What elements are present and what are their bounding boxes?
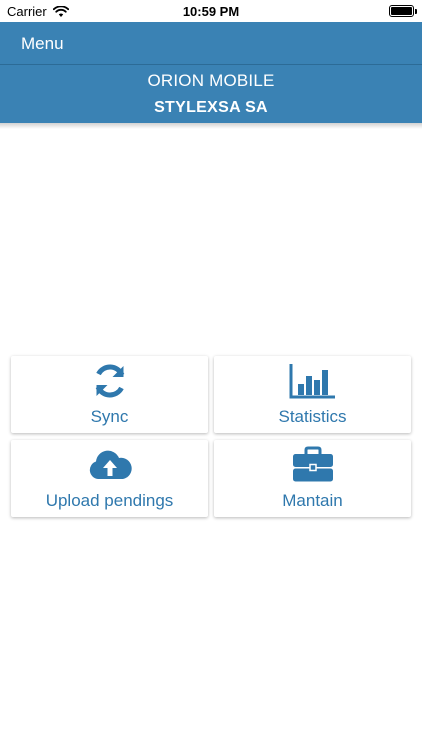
battery-nub xyxy=(415,9,417,14)
menu-button[interactable]: Menu xyxy=(21,34,64,54)
header-shadow xyxy=(0,123,422,129)
cloud-upload-icon xyxy=(11,446,208,484)
sync-tile[interactable]: Sync xyxy=(11,356,208,433)
maintain-label: Mantain xyxy=(282,491,343,510)
sync-label: Sync xyxy=(90,407,129,426)
status-time: 10:59 PM xyxy=(182,4,240,19)
sync-icon xyxy=(11,362,208,400)
status-bar: Carrier 10:59 PM xyxy=(0,0,422,22)
statistics-tile[interactable]: Statistics xyxy=(214,356,411,433)
upload-pendings-label: Upload pendings xyxy=(45,491,174,510)
title-area: ORION MOBILE STYLEXSA SA xyxy=(0,65,422,123)
navigation-bar: Menu xyxy=(0,22,422,65)
statistics-label: Statistics xyxy=(278,407,347,426)
battery-fill xyxy=(391,7,412,15)
briefcase-icon xyxy=(214,446,411,484)
header-area: Carrier 10:59 PM Menu ORION MOBILE STYLE… xyxy=(0,0,422,123)
maintain-tile[interactable]: Mantain xyxy=(214,440,411,517)
battery-icon xyxy=(389,5,417,17)
bar-chart-icon xyxy=(214,362,411,400)
app-title: ORION MOBILE xyxy=(147,71,275,90)
company-name: STYLEXSA SA xyxy=(154,99,268,116)
upload-pendings-tile[interactable]: Upload pendings xyxy=(11,440,208,517)
